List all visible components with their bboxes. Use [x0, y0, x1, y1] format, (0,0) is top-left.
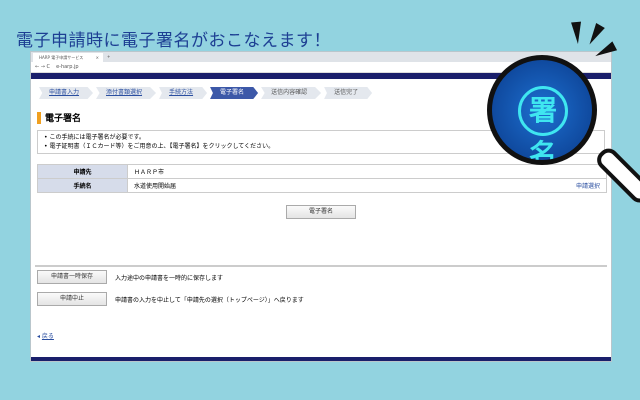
tab-title: HARP 電子申請サービス — [39, 55, 84, 60]
back-link-row: ◂ 戻る — [37, 331, 54, 340]
title-marker — [37, 111, 41, 124]
action-description: 入力途中の申請書を一時的に保存します — [115, 274, 224, 282]
nav-buttons[interactable]: ← → C — [35, 64, 50, 70]
close-tab-icon[interactable]: × — [96, 55, 99, 60]
step-signature: 電子署名 — [210, 87, 259, 99]
magnifier-signature-illustration: 署名 — [487, 55, 597, 165]
step-application-input[interactable]: 申請書入力 — [39, 87, 94, 99]
emphasis-mark — [571, 21, 583, 45]
headline: 電子申請時に電子署名がおこなえます！ — [16, 31, 331, 51]
footer-bar — [31, 357, 611, 361]
browser-tab[interactable]: HARP 電子申請サービス × — [33, 53, 103, 62]
cancel-application-button[interactable]: 申請中止 — [37, 292, 107, 306]
table-row: 手続名 水道使用開始届 申請選択 — [37, 178, 607, 193]
new-tab-button[interactable]: + — [107, 54, 110, 59]
signature-seal-icon: 署名 — [518, 86, 568, 160]
divider — [35, 265, 607, 267]
info-table: 申請先 ＨＡＲＰ市 手続名 水道使用開始届 申請選択 — [37, 164, 607, 193]
action-row: 申請書一時保存 入力途中の申請書を一時的に保存します — [37, 270, 223, 284]
step-confirm: 送信内容確認 — [261, 87, 322, 99]
emphasis-mark — [585, 22, 605, 48]
action-description: 申請書の入力を中止して「申請先の選択（トップページ）」へ戻ります — [115, 296, 304, 304]
row-value: ＨＡＲＰ市 — [127, 164, 607, 179]
url[interactable]: e-harp.jp — [56, 64, 79, 70]
procedure-link[interactable]: 申請選択 — [576, 181, 600, 190]
step-attachments[interactable]: 添付書類選択 — [96, 87, 157, 99]
step-method[interactable]: 手続方法 — [159, 87, 208, 99]
back-link[interactable]: 戻る — [42, 333, 54, 340]
electronic-signature-button[interactable]: 電子署名 — [286, 205, 356, 219]
page-title-text: 電子署名 — [45, 114, 82, 124]
action-row: 申請中止 申請書の入力を中止して「申請先の選択（トップページ）」へ戻ります — [37, 292, 304, 306]
row-key: 申請先 — [37, 164, 128, 179]
procedure-name: 水道使用開始届 — [134, 183, 177, 190]
row-value: 水道使用開始届 申請選択 — [127, 178, 607, 193]
table-row: 申請先 ＨＡＲＰ市 — [37, 164, 607, 179]
row-key: 手続名 — [37, 178, 128, 193]
temp-save-button[interactable]: 申請書一時保存 — [37, 270, 107, 284]
step-complete: 送信完了 — [324, 87, 373, 99]
